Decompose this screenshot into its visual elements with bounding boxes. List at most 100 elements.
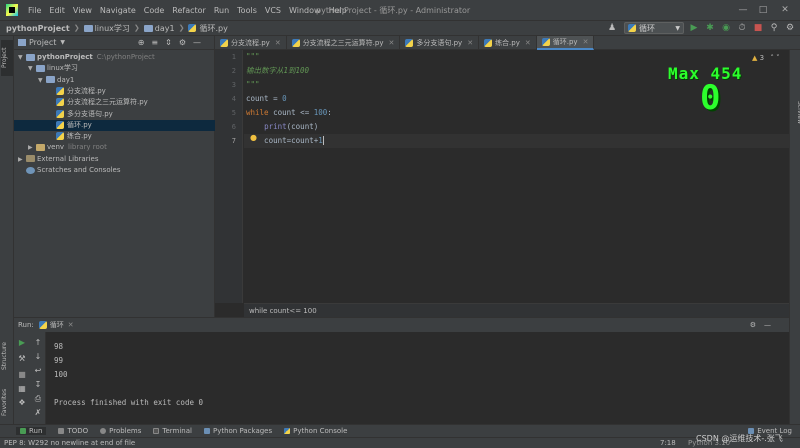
menu-view[interactable]: View: [69, 6, 96, 15]
profile-icon[interactable]: ⏱: [736, 22, 748, 34]
scroll-up-icon[interactable]: ↑: [33, 338, 43, 348]
close-tab-icon[interactable]: ✕: [275, 39, 281, 47]
menu-navigate[interactable]: Navigate: [96, 6, 140, 15]
project-tool-tab[interactable]: Project: [1, 40, 13, 76]
editor-tab[interactable]: 分支流程.py ✕: [215, 36, 287, 50]
run-tool-button[interactable]: Run: [16, 427, 47, 435]
scroll-down-icon[interactable]: ↓: [33, 352, 43, 362]
tree-item[interactable]: ▶ External Libraries: [14, 154, 215, 165]
stop-icon[interactable]: ■: [17, 370, 27, 380]
line-number[interactable]: 1: [232, 53, 236, 61]
python-packages-tool-button[interactable]: Python Packages: [203, 427, 272, 435]
line-number[interactable]: 6: [232, 123, 236, 131]
maximize-icon[interactable]: □: [756, 4, 770, 16]
close-window-icon[interactable]: ✕: [778, 4, 792, 16]
settings-icon[interactable]: ⚙: [784, 22, 796, 34]
minimize-icon[interactable]: —: [736, 4, 750, 16]
close-icon[interactable]: ✕: [68, 321, 74, 329]
chevron-right-icon[interactable]: ▶: [18, 154, 26, 165]
gear-icon[interactable]: ⚙: [750, 321, 764, 329]
chevron-right-icon[interactable]: ▶: [28, 142, 36, 153]
soft-wrap-icon[interactable]: ↩: [33, 366, 43, 376]
tree-item[interactable]: ▶ venv library root: [14, 142, 215, 153]
print-icon[interactable]: ⎙: [33, 394, 43, 404]
chevron-down-icon[interactable]: ˅: [776, 54, 780, 62]
wrench-icon[interactable]: ⚒: [17, 354, 27, 364]
tree-item[interactable]: Scratches and Consoles: [14, 165, 215, 176]
breadcrumb-project[interactable]: pythonProject: [6, 24, 70, 33]
title-bar: File Edit View Navigate Code Refactor Ru…: [0, 0, 800, 20]
line-number[interactable]: 2: [232, 67, 236, 75]
chevron-down-icon[interactable]: ▼: [18, 52, 26, 63]
editor-tab[interactable]: 分支流程之三元运算符.py ✕: [287, 36, 401, 50]
line-number[interactable]: 5: [232, 109, 236, 117]
menu-tools[interactable]: Tools: [233, 6, 261, 15]
tree-item[interactable]: 循环.py: [14, 119, 215, 131]
stop-icon[interactable]: ■: [752, 22, 764, 34]
menu-run[interactable]: Run: [210, 6, 233, 15]
gear-icon[interactable]: ⚙: [179, 38, 193, 47]
close-tab-icon[interactable]: ✕: [389, 39, 395, 47]
chevron-down-icon[interactable]: ▼: [28, 63, 36, 74]
collapse-all-icon[interactable]: ≡: [151, 38, 165, 47]
locate-icon[interactable]: ⊕: [138, 38, 152, 47]
lightbulb-icon[interactable]: ●: [250, 133, 258, 142]
todo-tool-button[interactable]: TODO: [58, 427, 88, 435]
chevron-down-icon[interactable]: ▼: [60, 39, 65, 46]
tree-item[interactable]: ▼ day1: [14, 75, 215, 86]
breadcrumb-folder[interactable]: linux学习: [95, 23, 130, 34]
line-number[interactable]: 4: [232, 95, 236, 103]
menu-code[interactable]: Code: [140, 6, 168, 15]
run-tab-label[interactable]: 循环: [50, 320, 64, 330]
close-tab-icon[interactable]: ✕: [583, 38, 589, 46]
hide-icon[interactable]: —: [764, 321, 779, 329]
layout-icon[interactable]: ▦: [17, 384, 27, 394]
tree-item[interactable]: 多分支语句.py: [14, 109, 215, 120]
editor-tab[interactable]: 练合.py ✕: [479, 36, 537, 50]
status-message[interactable]: PEP 8: W292 no newline at end of file: [4, 438, 135, 448]
tree-item[interactable]: 练合.py: [14, 131, 215, 142]
sciview-tool-tab[interactable]: SciView: [791, 96, 800, 130]
search-icon[interactable]: ⚲: [768, 22, 780, 34]
tree-item[interactable]: 分支流程之三元运算符.py: [14, 97, 215, 108]
tree-item[interactable]: ▼ pythonProject C:\pythonProject: [14, 52, 215, 63]
tree-item[interactable]: 分支流程.py: [14, 86, 215, 97]
trash-icon[interactable]: ✗: [33, 408, 43, 418]
pin-icon[interactable]: ❖: [17, 398, 27, 408]
menu-refactor[interactable]: Refactor: [168, 6, 210, 15]
chevron-up-icon[interactable]: ˄: [770, 54, 774, 62]
tree-item[interactable]: ▼ linux学习: [14, 63, 215, 74]
python-console-tool-button[interactable]: Python Console: [284, 427, 347, 435]
editor-tab[interactable]: 循环.py ✕: [536, 36, 595, 50]
run-configuration-select[interactable]: 循环 ▼: [624, 22, 684, 34]
menu-edit[interactable]: Edit: [45, 6, 69, 15]
close-tab-icon[interactable]: ✕: [467, 39, 473, 47]
expand-icon[interactable]: ⇕: [165, 38, 179, 47]
code-breadcrumb[interactable]: while count<= 100: [244, 303, 789, 317]
inspection-widget[interactable]: ▲ 3 ˄ ˅: [752, 54, 780, 62]
close-tab-icon[interactable]: ✕: [525, 39, 531, 47]
user-icon[interactable]: ♟: [606, 22, 618, 34]
run-icon[interactable]: ▶: [688, 22, 700, 34]
console-output[interactable]: 98 99 100 Process finished with exit cod…: [46, 332, 789, 424]
hide-icon[interactable]: —: [193, 38, 208, 47]
structure-tool-tab[interactable]: Structure: [1, 334, 13, 378]
debug-icon[interactable]: ✱: [704, 22, 716, 34]
run-tool-label: Run: [29, 427, 43, 435]
favorites-tool-tab[interactable]: Favorites: [1, 382, 13, 422]
problems-tool-button[interactable]: Problems: [100, 427, 141, 435]
line-number[interactable]: 3: [232, 81, 236, 89]
project-panel-title[interactable]: Project: [29, 38, 56, 47]
rerun-icon[interactable]: ▶: [17, 338, 27, 348]
line-number[interactable]: 7: [232, 137, 236, 145]
scroll-to-end-icon[interactable]: ↧: [33, 380, 43, 390]
breadcrumb-file[interactable]: 循环.py: [199, 23, 227, 34]
terminal-tool-button[interactable]: Terminal: [153, 427, 192, 435]
menu-file[interactable]: File: [24, 6, 45, 15]
chevron-down-icon[interactable]: ▼: [38, 75, 46, 86]
breadcrumb-subfolder[interactable]: day1: [155, 24, 175, 33]
caret-position[interactable]: 7:18: [660, 438, 676, 448]
editor-tab[interactable]: 多分支语句.py ✕: [400, 36, 480, 50]
menu-vcs[interactable]: VCS: [261, 6, 285, 15]
coverage-icon[interactable]: ◉: [720, 22, 732, 34]
